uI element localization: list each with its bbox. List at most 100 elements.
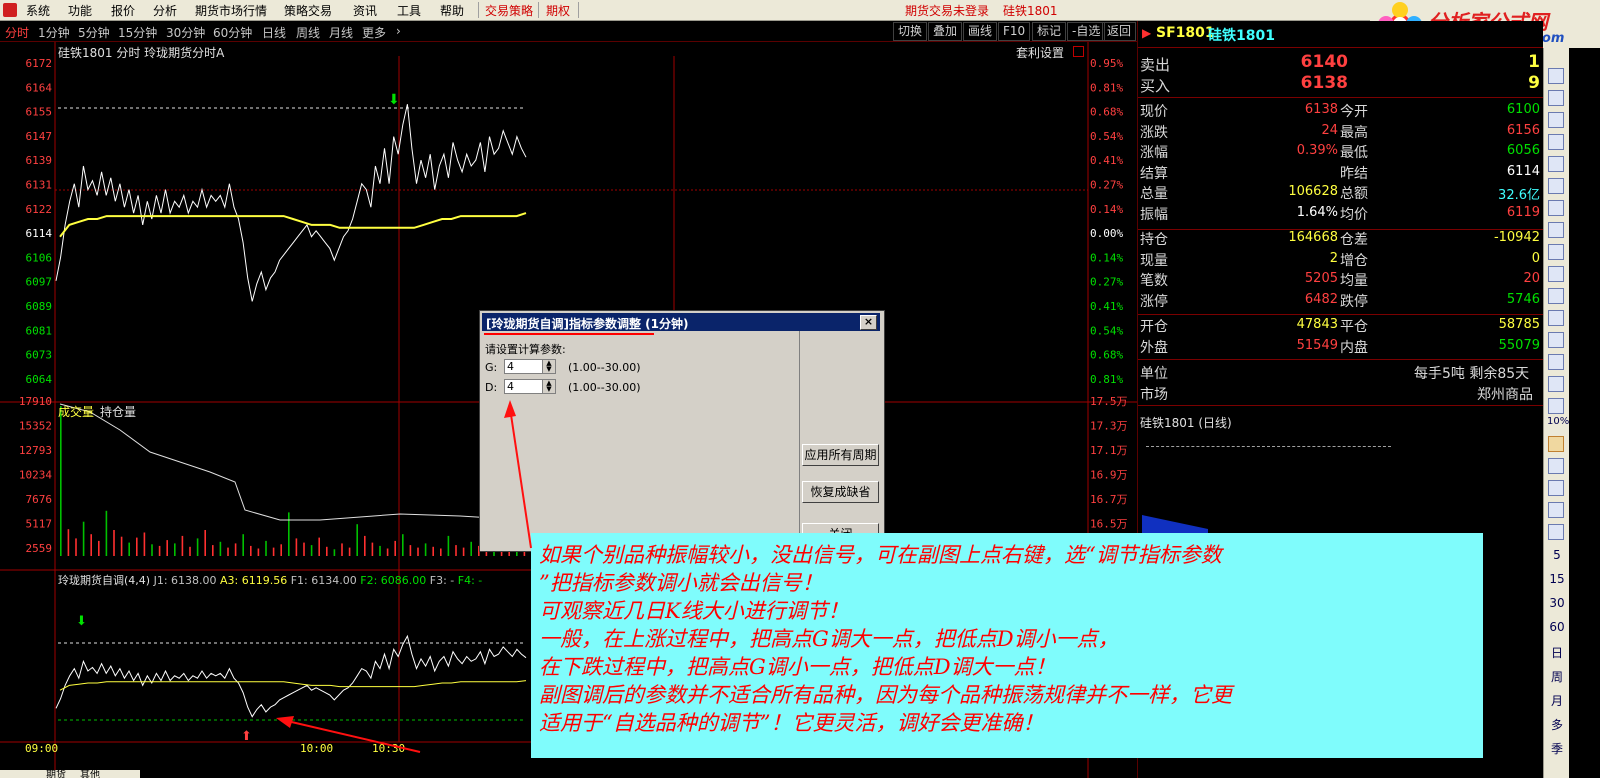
toolbar-15[interactable]: 15 <box>1547 572 1567 586</box>
chevron-right-icon[interactable]: › <box>396 24 401 38</box>
percent-tick: 0.41% <box>1090 300 1123 313</box>
menu-news[interactable]: 资讯 <box>353 2 377 19</box>
tool-switch[interactable]: 切换 <box>893 22 928 41</box>
menu-analysis[interactable]: 分析 <box>153 2 177 19</box>
volume-bar <box>90 534 92 556</box>
tool-mark[interactable]: 标记 <box>1032 22 1067 41</box>
oi-tick: 16.7万 <box>1090 493 1128 506</box>
bottom-tab-other[interactable]: 其他 <box>80 770 100 778</box>
chart-icon[interactable] <box>1548 68 1564 84</box>
toolbar-30[interactable]: 30 <box>1547 596 1567 610</box>
f2-icon[interactable] <box>1548 288 1564 304</box>
period-weekly[interactable]: 周线 <box>296 24 320 41</box>
period-30min[interactable]: 30分钟 <box>166 24 205 41</box>
menu-options[interactable]: 期权 <box>546 2 570 19</box>
tool-draw[interactable]: 画线 <box>963 22 998 41</box>
period-60min[interactable]: 60分钟 <box>213 24 252 41</box>
toolbar-60[interactable]: 60 <box>1547 620 1567 634</box>
time-tick: 10:30 <box>372 742 405 755</box>
tool-f10[interactable]: F10 <box>998 22 1031 41</box>
param-g-spinner[interactable]: ▲ ▼ <box>542 359 556 374</box>
bars-icon[interactable] <box>1548 376 1564 392</box>
cursor-icon[interactable] <box>1548 480 1564 496</box>
tool-back[interactable]: 返回 <box>1102 22 1137 41</box>
checkbox-icon[interactable] <box>1548 502 1564 518</box>
f1-icon[interactable] <box>1548 266 1564 282</box>
stats-icon[interactable] <box>1548 354 1564 370</box>
toolbar-day[interactable]: 日 <box>1547 644 1567 661</box>
price-tick: 6097 <box>26 276 53 289</box>
volume-bar <box>196 538 199 556</box>
formula-icon[interactable] <box>1548 310 1564 326</box>
pen-icon[interactable] <box>1548 436 1564 452</box>
menu-function[interactable]: 功能 <box>68 2 92 19</box>
apply-all-periods-button[interactable]: 应用所有周期 <box>802 444 879 466</box>
menu-trade-strategy[interactable]: 交易策略 <box>485 2 533 19</box>
period-15min[interactable]: 15分钟 <box>118 24 157 41</box>
grid-icon[interactable] <box>1548 112 1564 128</box>
volume-tick: 12793 <box>19 444 52 457</box>
kline-icon[interactable] <box>1548 134 1564 150</box>
monitor-icon[interactable] <box>1548 524 1564 540</box>
volume-bar <box>174 543 176 556</box>
unit-value: 每手5吨 剩余85天 <box>1414 366 1530 382</box>
quote-label: 今开 <box>1340 104 1368 120</box>
triangle-right-icon: ▶ <box>1142 26 1152 40</box>
bottom-tab-futures[interactable]: 期货 <box>46 770 66 778</box>
app-icon[interactable] <box>3 3 17 17</box>
quote-label: 均量 <box>1340 273 1368 289</box>
period-daily[interactable]: 日线 <box>262 24 286 41</box>
volume-bar <box>440 548 442 556</box>
quote-label: 笔数 <box>1140 273 1168 289</box>
table-icon[interactable] <box>1548 244 1564 260</box>
toolbar-10pct[interactable]: 10% <box>1547 416 1569 427</box>
indicator-legend: 玲珑期货自调(4,4) J1: 6138.00 A3: 6119.56 F1: … <box>58 572 482 588</box>
volume-bar <box>348 547 351 556</box>
f-icon[interactable] <box>1548 222 1564 238</box>
close-icon[interactable]: × <box>860 315 877 330</box>
box-icon[interactable] <box>1548 458 1564 474</box>
quote-value: 51549 <box>1296 337 1338 353</box>
menu-futures-market[interactable]: 期货市场行情 <box>195 2 267 19</box>
indicator-name: 玲珑期货自调(4,4) <box>58 574 151 587</box>
oi-tick: 16.9万 <box>1090 469 1128 482</box>
volume-tick: 7676 <box>26 493 53 506</box>
circle-icon[interactable] <box>1548 332 1564 348</box>
note-line: 适用于“自选品种的调节”！它更灵活，调好会更准确！ <box>539 711 1044 735</box>
indicator-value: A3: 6119.56 <box>216 574 288 587</box>
tool-watchlist[interactable]: -自选 <box>1067 22 1106 41</box>
menu-help[interactable]: 帮助 <box>440 2 464 19</box>
period-monthly[interactable]: 月线 <box>329 24 353 41</box>
period-1min[interactable]: 1分钟 <box>38 24 70 41</box>
toolbar-multi[interactable]: 多 <box>1547 716 1567 733</box>
volume-bar <box>98 540 100 556</box>
toolbar-month[interactable]: 月 <box>1547 692 1567 709</box>
menu-quote[interactable]: 报价 <box>111 2 135 19</box>
toolbar-5[interactable]: 5 <box>1547 548 1567 562</box>
menu-strategy-trade[interactable]: 策略交易 <box>284 2 332 19</box>
indicator-value: J1: 6138.00 <box>153 574 217 587</box>
period-5min[interactable]: 5分钟 <box>78 24 110 41</box>
restore-default-button[interactable]: 恢复成缺省 <box>802 481 879 503</box>
ask-volume: 1 <box>1528 52 1540 72</box>
tool-overlay[interactable]: 叠加 <box>928 22 963 41</box>
period-more[interactable]: 更多 <box>362 24 386 41</box>
arbitrage-settings-button[interactable]: 套利设置 <box>1016 44 1064 61</box>
settings-box-icon[interactable] <box>1073 46 1084 57</box>
param-d-spinner[interactable]: ▲ ▼ <box>542 379 556 394</box>
toolbar-quarter[interactable]: 季 <box>1547 740 1567 757</box>
volume-bar <box>432 546 434 556</box>
compare-icon[interactable] <box>1548 178 1564 194</box>
quote-label: 昨结 <box>1340 165 1368 182</box>
toolbar-week[interactable]: 周 <box>1547 668 1567 685</box>
period-intraday[interactable]: 分时 <box>5 24 29 41</box>
dialog-title-bar[interactable]: [玲珑期货自调]指标参数调整 (1分钟) × <box>482 313 880 331</box>
list-icon[interactable] <box>1548 90 1564 106</box>
trend-icon[interactable] <box>1548 156 1564 172</box>
window-icon[interactable] <box>1548 200 1564 216</box>
percent-axis: 0.95% 0.81% 0.68% 0.54% 0.41% 0.27% 0.14% 0.00%… <box>1090 57 1123 386</box>
oi-tick: 17.5万 <box>1090 395 1128 408</box>
menu-system[interactable]: 系统 <box>26 2 50 19</box>
menu-tools[interactable]: 工具 <box>397 2 421 19</box>
lines-icon[interactable] <box>1548 398 1564 414</box>
